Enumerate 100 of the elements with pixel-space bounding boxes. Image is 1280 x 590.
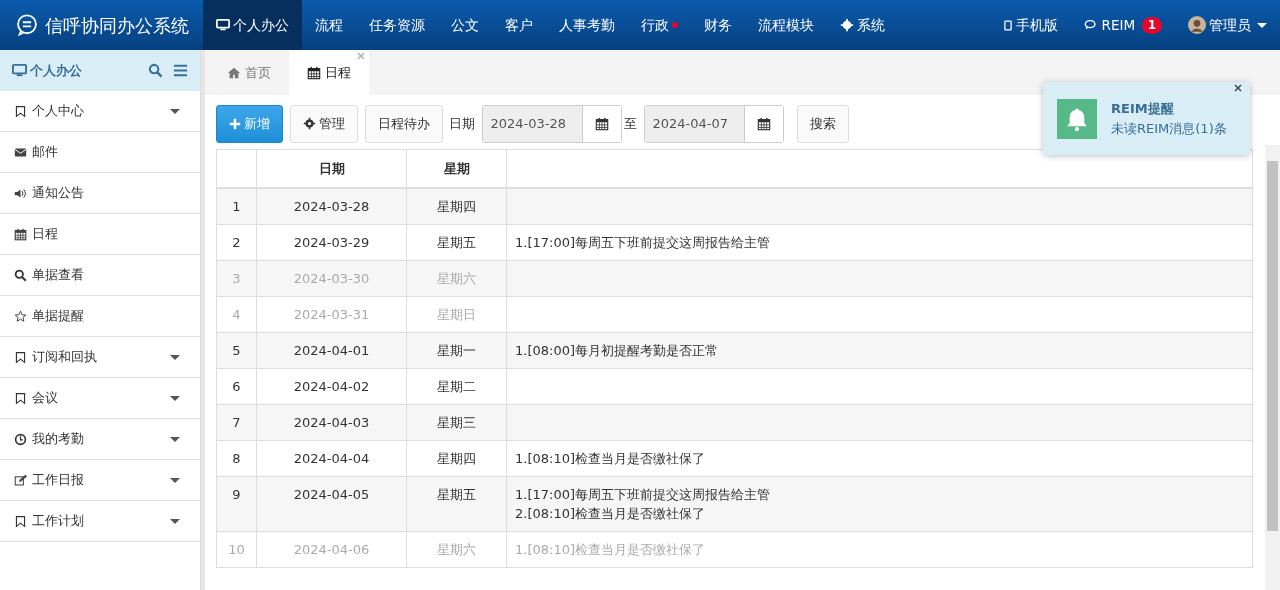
sidebar-item[interactable]: 会议 — [0, 378, 200, 419]
weekday-cell: 星期二 — [406, 368, 507, 405]
sidebar-item[interactable]: 单据提醒 — [0, 296, 200, 337]
column-header: 星期 — [406, 149, 507, 188]
nav-tab[interactable]: 财务 — [691, 0, 745, 50]
nav-tab[interactable]: 公文 — [438, 0, 492, 50]
page-tab[interactable]: 首页 — [209, 50, 289, 95]
nav-tab[interactable]: 任务资源 — [356, 0, 438, 50]
reim-link[interactable]: REIM 1 — [1071, 0, 1175, 50]
bookmark-icon — [14, 391, 27, 405]
close-icon — [357, 52, 365, 60]
clock-icon — [14, 432, 27, 446]
weekday-cell: 星期六 — [406, 531, 507, 568]
search-button[interactable] — [148, 63, 164, 78]
date-cell: 2024-03-31 — [256, 296, 407, 333]
weekday-cell: 星期日 — [406, 296, 507, 333]
nav-tab[interactable]: 客户 — [492, 0, 546, 50]
weekday-cell: 星期三 — [406, 404, 507, 441]
settings-icon — [302, 117, 316, 131]
event-text: 1.[08:00]每月初提醒考勤是否正常 — [515, 341, 719, 360]
date-cell: 2024-04-03 — [256, 404, 407, 441]
notification-title: REIM提醒 — [1111, 100, 1175, 118]
date-field[interactable]: 2024-03-28 — [481, 104, 622, 143]
row-number: 10 — [216, 531, 257, 568]
row-number: 6 — [216, 368, 257, 405]
row-number: 9 — [216, 476, 257, 532]
date-cell: 2024-04-01 — [256, 332, 407, 369]
scrollbar[interactable] — [1265, 145, 1280, 590]
row-number: 2 — [216, 224, 257, 261]
calendar-icon — [307, 65, 321, 80]
sidebar-title: 个人办公 — [30, 61, 83, 80]
date-cell: 2024-04-04 — [256, 440, 407, 477]
weekday-cell: 星期一 — [406, 332, 507, 369]
menu-icon — [173, 63, 188, 78]
sidebar-item[interactable]: 工作日报 — [0, 460, 200, 501]
search-icon — [148, 63, 164, 78]
star-icon — [14, 309, 27, 323]
edit-icon — [14, 473, 27, 487]
date-field[interactable]: 2024-04-07 — [643, 104, 784, 143]
calendar-icon — [756, 116, 771, 131]
weekday-cell: 星期五 — [406, 224, 507, 261]
date-cell: 2024-04-02 — [256, 368, 407, 405]
mobile-link[interactable]: 手机版 — [990, 0, 1072, 50]
sidebar-item[interactable]: 通知公告 — [0, 173, 200, 214]
speaker-icon — [14, 186, 27, 200]
notification-message: 未读REIM消息(1)条 — [1111, 119, 1227, 138]
sidebar-item[interactable]: 单据查看 — [0, 255, 200, 296]
calendar-icon — [594, 116, 609, 131]
chat-logo-icon — [16, 14, 38, 36]
bookmark-icon — [14, 514, 27, 528]
sidebar-item[interactable]: 邮件 — [0, 132, 200, 173]
settings-icon — [840, 18, 854, 32]
chat-icon — [1084, 18, 1099, 32]
sidebar-item[interactable]: 我的考勤 — [0, 419, 200, 460]
search-icon — [14, 268, 27, 282]
monitor-icon — [216, 18, 230, 32]
nav-tab[interactable]: 流程模块 — [745, 0, 827, 50]
plus-icon — [229, 117, 241, 130]
row-number: 8 — [216, 440, 257, 477]
app-title: 信呼协同办公系统 — [44, 13, 189, 38]
event-text: 1.[08:10]检查当月是否缴社保了 — [515, 449, 706, 468]
sidebar-item[interactable]: 日程 — [0, 214, 200, 255]
manage-button[interactable]: 管理 — [289, 104, 358, 143]
search-button[interactable]: 搜索 — [796, 104, 849, 143]
date-cell: 2024-04-06 — [256, 531, 407, 568]
weekday-cell: 星期六 — [406, 260, 507, 297]
menu-button[interactable] — [173, 63, 188, 78]
date-cell: 2024-04-05 — [256, 476, 407, 532]
bookmark-icon — [14, 104, 27, 118]
event-text: 1.[08:10]检查当月是否缴社保了 — [515, 540, 706, 559]
nav-tab[interactable]: 个人办公 — [203, 0, 302, 50]
page-tab[interactable]: 日程 — [289, 50, 369, 95]
row-number: 4 — [216, 296, 257, 333]
home-icon — [227, 65, 241, 80]
sidebar-item[interactable]: 订阅和回执 — [0, 337, 200, 378]
date-label: 日期 — [449, 115, 475, 133]
close-icon — [1234, 84, 1242, 92]
close-button[interactable] — [1234, 84, 1242, 92]
sidebar-item[interactable]: 工作计划 — [0, 501, 200, 542]
count-badge: 1 — [1141, 16, 1162, 34]
row-number: 1 — [216, 187, 257, 225]
event-text: 1.[17:00]每周五下班前提交这周报告给主管 — [515, 485, 771, 504]
weekday-cell: 星期四 — [406, 187, 507, 225]
weekday-cell: 星期四 — [406, 440, 507, 477]
nav-tab[interactable]: 行政 — [628, 0, 691, 50]
sidebar-item[interactable]: 个人中心 — [0, 91, 200, 132]
nav-tab[interactable]: 人事考勤 — [546, 0, 628, 50]
row-number: 3 — [216, 260, 257, 297]
avatar-icon — [1188, 16, 1206, 34]
bookmark-icon — [14, 350, 27, 364]
todo-button[interactable]: 日程待办 — [364, 104, 443, 143]
event-text: 1.[17:00]每周五下班前提交这周报告给主管 — [515, 233, 771, 252]
nav-tab[interactable]: 系统 — [827, 0, 898, 50]
nav-tab[interactable]: 流程 — [302, 0, 356, 50]
envelope-icon — [14, 145, 27, 159]
date-cell: 2024-03-30 — [256, 260, 407, 297]
calendar-icon — [14, 227, 27, 241]
to-label: 至 — [624, 115, 637, 133]
user-menu[interactable]: 管理员 — [1175, 0, 1280, 50]
phone-icon — [1003, 18, 1014, 32]
